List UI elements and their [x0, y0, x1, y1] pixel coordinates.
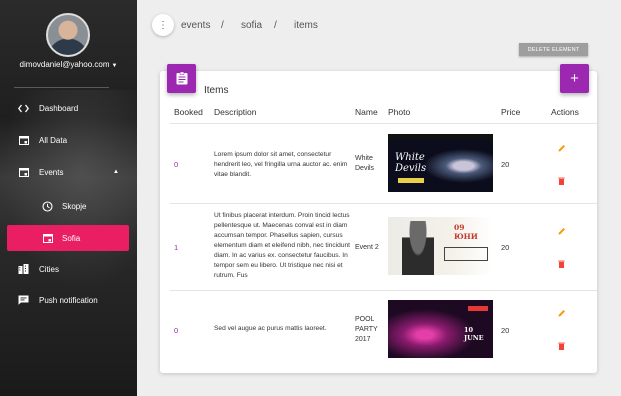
column-header-photo: Photo [388, 107, 411, 117]
price-value: 20 [501, 160, 510, 169]
card-header-icon [167, 64, 196, 93]
calendar-icon [42, 233, 53, 244]
delete-element-button[interactable]: DELETE ELEMENT [519, 43, 588, 56]
sidebar-item-label: Events [39, 167, 64, 177]
column-header-name: Name [355, 107, 378, 117]
sidebar-item-dashboard[interactable]: Dashboard [0, 98, 137, 118]
clock-icon [42, 200, 53, 212]
sidebar: dimovdaniel@yahoo.com ▼ Dashboard All Dat… [0, 0, 137, 396]
photo-caption: 09 ЮНИ [454, 223, 478, 241]
delete-icon[interactable] [557, 176, 566, 185]
item-name: White Devils [355, 155, 375, 172]
row-divider [170, 203, 597, 204]
sidebar-item-label: Dashboard [39, 103, 79, 113]
sidebar-item-label: Cities [39, 264, 60, 274]
caret-down-icon: ▼ [111, 63, 118, 69]
row-divider [170, 123, 597, 124]
sidebar-item-label: Sofia [62, 233, 81, 243]
sidebar-item-all-data[interactable]: All Data [0, 130, 137, 150]
sidebar-item-events[interactable]: Events ▲ [0, 162, 137, 182]
booked-value[interactable]: 0 [174, 326, 178, 335]
edit-icon[interactable] [557, 143, 566, 152]
calendar-icon [18, 167, 29, 178]
sidebar-item-push-notification[interactable]: Push notification [0, 290, 137, 310]
caret-up-icon: ▲ [113, 169, 119, 175]
avatar[interactable] [46, 13, 90, 57]
sidebar-item-label: Skopje [62, 201, 87, 211]
photo-caption: White Devils [395, 152, 427, 174]
item-photo[interactable]: 10 JUNE [388, 300, 493, 358]
column-header-booked: Booked [174, 107, 203, 117]
message-icon [18, 295, 29, 306]
user-email: dimovdaniel@yahoo.com [19, 60, 110, 69]
more-vert-icon: ⋮ [158, 19, 168, 31]
delete-icon[interactable] [557, 259, 566, 268]
breadcrumb-items: items [294, 20, 318, 31]
photo-banner [468, 306, 488, 311]
price-value: 20 [501, 243, 510, 252]
sidebar-item-label: All Data [39, 135, 68, 145]
photo-person [402, 221, 434, 275]
breadcrumb-separator: / [274, 20, 277, 31]
sidebar-item-cities[interactable]: Cities [0, 259, 137, 279]
delete-icon[interactable] [557, 341, 566, 350]
more-menu-button[interactable]: ⋮ [152, 14, 174, 36]
divider [14, 87, 109, 88]
description-text: Lorem ipsum dolor sit amet, consectetur … [214, 151, 348, 178]
column-header-price: Price [501, 107, 521, 117]
breadcrumb-events[interactable]: events [181, 20, 210, 31]
city-icon [18, 264, 29, 275]
add-item-button[interactable]: + [560, 64, 589, 93]
edit-icon[interactable] [557, 308, 566, 317]
card-title: Items [204, 85, 229, 96]
calendar-icon [18, 135, 29, 146]
code-icon [18, 103, 29, 114]
plus-icon: + [570, 70, 579, 87]
assignment-icon [176, 72, 187, 85]
item-photo[interactable]: 09 ЮНИ [388, 217, 493, 275]
column-header-actions: Actions [551, 107, 579, 117]
sidebar-item-sofia[interactable]: Sofia [7, 225, 129, 251]
item-name: POOL PARTY 2017 [355, 316, 378, 343]
user-menu[interactable]: dimovdaniel@yahoo.com ▼ [0, 60, 137, 69]
breadcrumb-sofia[interactable]: sofia [241, 20, 262, 31]
description-text: Ut finibus placerat interdum. Proin tinc… [214, 212, 350, 279]
edit-icon[interactable] [557, 226, 566, 235]
sidebar-item-label: Push notification [39, 295, 98, 305]
booked-value[interactable]: 0 [174, 160, 178, 169]
row-divider [170, 290, 597, 291]
description-text: Sed vel augue ac purus mattis laoreet. [214, 325, 327, 332]
item-photo[interactable]: White Devils [388, 134, 493, 192]
photo-logo [444, 247, 488, 261]
booked-value[interactable]: 1 [174, 243, 178, 252]
item-name: Event 2 [355, 244, 379, 251]
price-value: 20 [501, 326, 510, 335]
column-header-description: Description [214, 107, 257, 117]
photo-date-badge [398, 178, 424, 183]
sidebar-item-skopje[interactable]: Skopje [0, 196, 137, 216]
breadcrumb-separator: / [221, 20, 224, 31]
photo-banner [388, 134, 493, 140]
photo-caption: 10 JUNE [464, 326, 484, 342]
